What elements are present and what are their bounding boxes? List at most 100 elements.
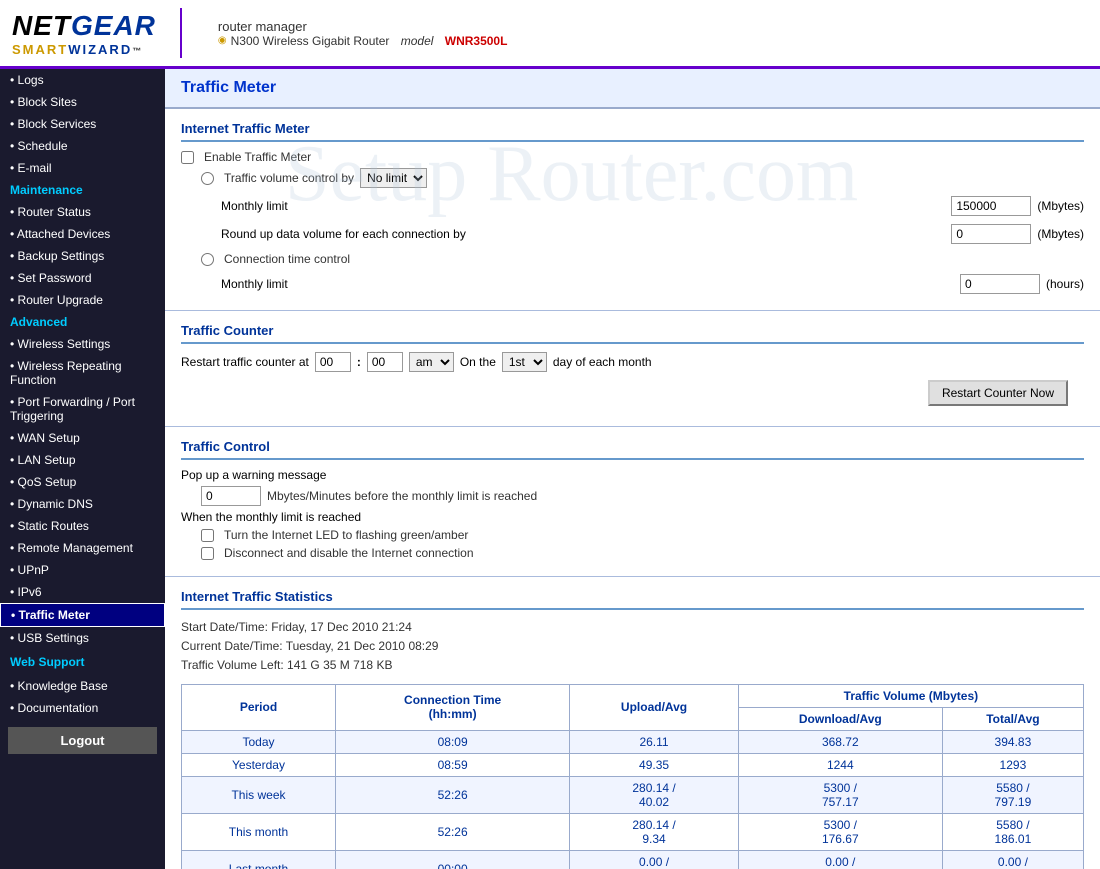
maintenance-header: Maintenance	[0, 179, 165, 201]
sidebar-item-wireless-settings[interactable]: Wireless Settings	[0, 333, 165, 355]
round-up-input[interactable]	[951, 224, 1031, 244]
table-row: Today08:0926.11368.72394.83	[182, 730, 1084, 753]
sidebar-item-ipv6[interactable]: IPv6	[0, 581, 165, 603]
logout-button[interactable]: Logout	[8, 727, 157, 754]
router-model-info: N300 Wireless Gigabit Router model WNR35…	[218, 34, 508, 48]
enable-traffic-meter-checkbox[interactable]	[181, 151, 194, 164]
cell-upload: 280.14 /40.02	[570, 776, 739, 813]
table-row: Last month00:000.00 /0.000.00 /0.000.00 …	[182, 850, 1084, 869]
day-select[interactable]: 1st 2nd 3rd	[502, 352, 547, 372]
sidebar-item-router-status[interactable]: Router Status	[0, 201, 165, 223]
internet-traffic-meter-title: Internet Traffic Meter	[181, 121, 1084, 142]
sidebar-item-wireless-repeating[interactable]: Wireless Repeating Function	[0, 355, 165, 391]
round-up-unit: (Mbytes)	[1037, 227, 1084, 241]
divider	[180, 8, 182, 58]
th-period: Period	[182, 684, 336, 730]
web-support-header: Web Support	[0, 649, 165, 675]
sidebar: Logs Block Sites Block Services Schedule…	[0, 69, 165, 869]
cell-conn-time: 52:26	[335, 776, 569, 813]
table-row: This week52:26280.14 /40.025300 /757.175…	[182, 776, 1084, 813]
brand-logo: NETGEAR	[12, 10, 156, 42]
on-the-label: On the	[460, 355, 496, 369]
stats-info: Start Date/Time: Friday, 17 Dec 2010 21:…	[181, 618, 1084, 676]
sidebar-item-block-services[interactable]: Block Services	[0, 113, 165, 135]
traffic-volume-select[interactable]: No limit	[360, 168, 427, 188]
traffic-control-section: Traffic Control Pop up a warning message…	[165, 427, 1100, 577]
cell-upload: 280.14 /9.34	[570, 813, 739, 850]
sidebar-item-remote-management[interactable]: Remote Management	[0, 537, 165, 559]
hour-input[interactable]	[315, 352, 351, 372]
cell-period: This week	[182, 776, 336, 813]
disconnect-checkbox[interactable]	[201, 547, 214, 560]
sidebar-item-email[interactable]: E-mail	[0, 157, 165, 179]
sidebar-item-set-password[interactable]: Set Password	[0, 267, 165, 289]
round-up-label: Round up data volume for each connection…	[221, 227, 466, 241]
cell-total: 1293	[942, 753, 1083, 776]
cell-total: 5580 /797.19	[942, 776, 1083, 813]
disconnect-row: Disconnect and disable the Internet conn…	[181, 546, 1084, 560]
cell-total: 394.83	[942, 730, 1083, 753]
restart-counter-button[interactable]: Restart Counter Now	[928, 380, 1068, 406]
led-row: Turn the Internet LED to flashing green/…	[181, 528, 1084, 542]
round-up-value-group: (Mbytes)	[951, 224, 1084, 244]
stats-table: Period Connection Time (hh:mm) Upload/Av…	[181, 684, 1084, 869]
sidebar-item-documentation[interactable]: Documentation	[0, 697, 165, 719]
sidebar-item-port-forwarding[interactable]: Port Forwarding / Port Triggering	[0, 391, 165, 427]
monthly-limit-row: Monthly limit (Mbytes)	[181, 192, 1084, 220]
model-label: model	[401, 34, 434, 48]
sidebar-item-wan-setup[interactable]: WAN Setup	[0, 427, 165, 449]
th-upload: Upload/Avg	[570, 684, 739, 730]
cell-download: 1244	[738, 753, 942, 776]
sidebar-item-upnp[interactable]: UPnP	[0, 559, 165, 581]
sidebar-item-router-upgrade[interactable]: Router Upgrade	[0, 289, 165, 311]
conn-monthly-limit-label: Monthly limit	[221, 277, 288, 291]
counter-row: Restart traffic counter at : am pm On th…	[181, 352, 1084, 372]
sidebar-item-block-sites[interactable]: Block Sites	[0, 91, 165, 113]
router-info: router manager N300 Wireless Gigabit Rou…	[218, 19, 508, 48]
popup-value-row: Mbytes/Minutes before the monthly limit …	[181, 486, 1084, 506]
monthly-limit-reached-label: When the monthly limit is reached	[181, 510, 1084, 524]
led-checkbox[interactable]	[201, 529, 214, 542]
sidebar-item-traffic-meter[interactable]: Traffic Meter	[0, 603, 165, 627]
connection-time-label: Connection time control	[224, 252, 350, 266]
traffic-volume-radio[interactable]	[201, 172, 214, 185]
header: NETGEAR SMARTWIZARD™ router manager N300…	[0, 0, 1100, 69]
conn-monthly-limit-row: Monthly limit (hours)	[181, 270, 1084, 298]
logo-area: NETGEAR SMARTWIZARD™	[12, 10, 156, 57]
cell-conn-time: 08:09	[335, 730, 569, 753]
am-pm-select[interactable]: am pm	[409, 352, 454, 372]
internet-traffic-meter-section: Internet Traffic Meter Enable Traffic Me…	[165, 109, 1100, 311]
cell-download: 368.72	[738, 730, 942, 753]
day-suffix-label: day of each month	[553, 355, 652, 369]
conn-monthly-limit-unit: (hours)	[1046, 277, 1084, 291]
sidebar-item-logs[interactable]: Logs	[0, 69, 165, 91]
popup-suffix-label: Mbytes/Minutes before the monthly limit …	[267, 489, 537, 503]
monthly-limit-input[interactable]	[951, 196, 1031, 216]
cell-download: 5300 /757.17	[738, 776, 942, 813]
sidebar-item-qos-setup[interactable]: QoS Setup	[0, 471, 165, 493]
enable-traffic-meter-row: Enable Traffic Meter	[181, 150, 1084, 164]
cell-period: Yesterday	[182, 753, 336, 776]
sidebar-item-schedule[interactable]: Schedule	[0, 135, 165, 157]
stats-title: Internet Traffic Statistics	[181, 589, 1084, 610]
traffic-left: Traffic Volume Left: 141 G 35 M 718 KB	[181, 656, 1084, 675]
conn-monthly-limit-value-group: (hours)	[960, 274, 1084, 294]
sidebar-item-lan-setup[interactable]: LAN Setup	[0, 449, 165, 471]
minute-input[interactable]	[367, 352, 403, 372]
sidebar-item-attached-devices[interactable]: Attached Devices	[0, 223, 165, 245]
conn-monthly-limit-input[interactable]	[960, 274, 1040, 294]
th-conn-time: Connection Time (hh:mm)	[335, 684, 569, 730]
cell-conn-time: 08:59	[335, 753, 569, 776]
popup-value-input[interactable]	[201, 486, 261, 506]
cell-upload: 49.35	[570, 753, 739, 776]
connection-time-radio[interactable]	[201, 253, 214, 266]
advanced-header: Advanced	[0, 311, 165, 333]
cell-period: This month	[182, 813, 336, 850]
sidebar-item-usb-settings[interactable]: USB Settings	[0, 627, 165, 649]
sidebar-item-static-routes[interactable]: Static Routes	[0, 515, 165, 537]
sidebar-item-knowledge-base[interactable]: Knowledge Base	[0, 675, 165, 697]
sidebar-item-dynamic-dns[interactable]: Dynamic DNS	[0, 493, 165, 515]
monthly-limit-unit: (Mbytes)	[1037, 199, 1084, 213]
th-traffic-volume: Traffic Volume (Mbytes)	[738, 684, 1083, 707]
sidebar-item-backup-settings[interactable]: Backup Settings	[0, 245, 165, 267]
